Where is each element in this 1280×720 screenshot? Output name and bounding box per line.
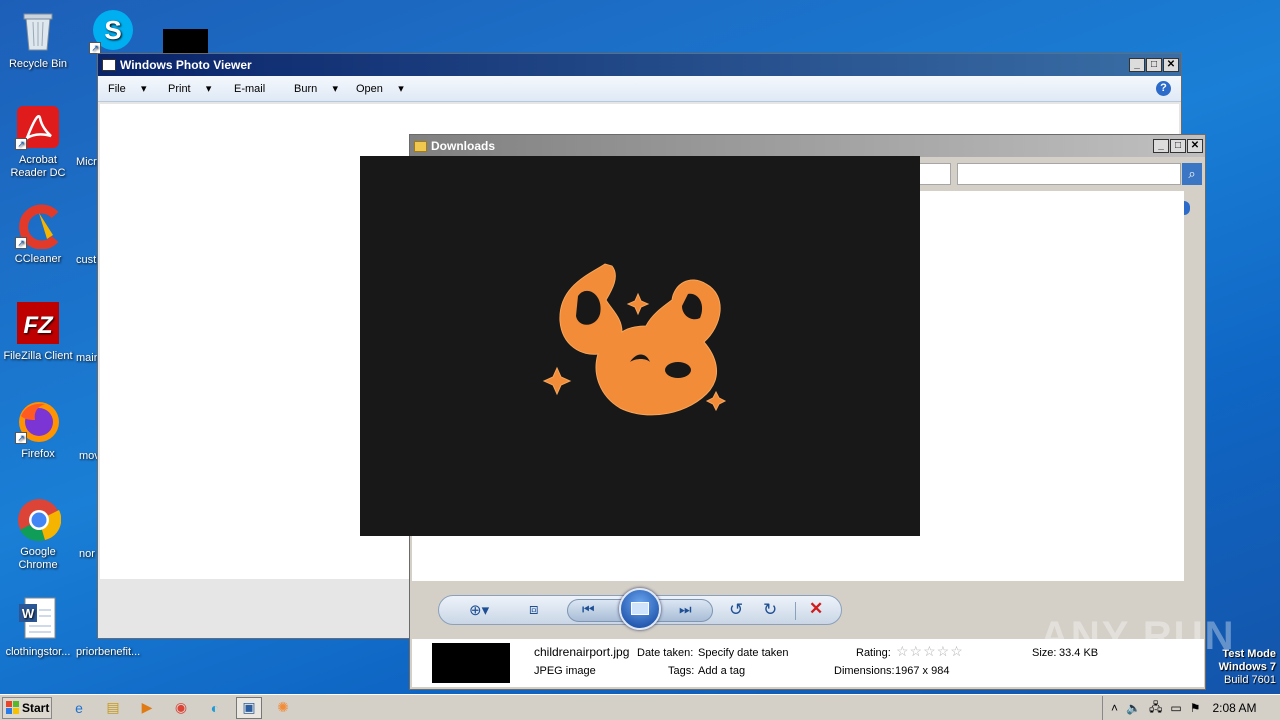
menu-file[interactable]: File ▾: [108, 82, 168, 95]
actual-size-icon[interactable]: ⧈: [529, 601, 539, 618]
menu-burn[interactable]: Burn ▾: [294, 82, 356, 95]
dimensions-value: 1967 x 984: [895, 665, 950, 677]
downloads-titlebar[interactable]: Downloads _ □ ✕: [410, 135, 1205, 157]
help-icon[interactable]: [1184, 201, 1190, 215]
taskbar-ie-icon[interactable]: e: [66, 697, 92, 719]
rating-stars[interactable]: ☆☆☆☆☆: [896, 643, 964, 660]
photo-viewer-title: Windows Photo Viewer: [120, 58, 252, 72]
desktop-icon-skype[interactable]: S ↗: [74, 8, 150, 58]
zoom-icon[interactable]: ⊕▾: [469, 601, 489, 619]
desktop-icon-partial-nor[interactable]: nor: [79, 548, 95, 560]
dimensions-label: Dimensions:: [834, 665, 895, 677]
rotate-clockwise-icon[interactable]: ↻: [763, 600, 777, 620]
displayed-image: [360, 156, 920, 536]
file-name: childrenairport.jpg: [534, 645, 630, 659]
file-type: JPEG image: [534, 665, 596, 677]
network-icon[interactable]: 🖧: [1149, 698, 1162, 719]
separator: [795, 602, 796, 620]
help-icon[interactable]: ?: [1156, 81, 1171, 96]
taskbar-edge-icon[interactable]: ◐: [202, 697, 228, 719]
maximize-button[interactable]: □: [1146, 58, 1162, 72]
slideshow-icon: [631, 602, 649, 615]
maximize-button[interactable]: □: [1170, 139, 1186, 153]
file-thumbnail: [432, 643, 510, 683]
desktop-icon-partial-micr[interactable]: Micr: [76, 156, 97, 168]
address-bar[interactable]: [915, 163, 951, 185]
photo-viewer-menubar: File ▾ Print ▾ E-mail Burn ▾ Open ▾ ?: [98, 76, 1181, 102]
clock[interactable]: 2:08 AM: [1212, 701, 1256, 715]
svg-text:S: S: [104, 15, 121, 45]
shortcut-arrow-icon: ↗: [15, 237, 27, 249]
minimize-button[interactable]: _: [1153, 139, 1169, 153]
close-button[interactable]: ✕: [1187, 139, 1203, 153]
desktop-icon-filezilla[interactable]: FZ FileZilla Client: [0, 300, 76, 363]
taskbar-app-icon[interactable]: ✺: [270, 697, 296, 719]
taskbar: Start e ▤ ▶ ◉ ◐ ▣ ✺ ˄ 🔈 🖧 ▭ ⚑ 2:08 AM: [0, 694, 1280, 720]
volume-icon[interactable]: 🔈: [1126, 701, 1141, 715]
delete-icon[interactable]: ✕: [809, 599, 823, 619]
windows-logo-icon: [6, 701, 19, 714]
folder-icon: [414, 140, 427, 152]
photo-viewer-app-icon: [102, 59, 116, 71]
desktop-icon-word-doc[interactable]: W clothingstor...: [0, 596, 76, 659]
close-button[interactable]: ✕: [1163, 58, 1179, 72]
desktop-icon-recycle-bin[interactable]: Recycle Bin: [0, 8, 76, 71]
photo-viewer-titlebar[interactable]: Windows Photo Viewer _ □ ✕: [98, 54, 1181, 76]
taskbar-explorer-icon[interactable]: ▤: [100, 697, 126, 719]
mascot-logo: [542, 263, 727, 416]
word-document-icon: W: [15, 596, 61, 642]
search-input[interactable]: [957, 163, 1181, 185]
shortcut-arrow-icon: ↗: [15, 138, 27, 150]
menu-print[interactable]: Print ▾: [168, 82, 234, 95]
firefox-icon: ↗: [15, 398, 61, 444]
recycle-bin-icon: [15, 8, 61, 54]
menu-email[interactable]: E-mail: [234, 83, 294, 95]
action-center-flag-icon[interactable]: ⚑: [1190, 701, 1201, 715]
desktop-icon-chrome[interactable]: Google Chrome: [0, 496, 76, 572]
next-icon[interactable]: ⏭: [679, 601, 692, 618]
svg-text:W: W: [22, 606, 35, 621]
acrobat-icon: ↗: [15, 104, 61, 150]
rating-label: Rating:: [856, 647, 891, 659]
svg-text:FZ: FZ: [23, 312, 54, 339]
slideshow-button[interactable]: [619, 588, 661, 630]
menu-open[interactable]: Open ▾: [356, 82, 416, 95]
date-taken-value[interactable]: Specify date taken: [698, 647, 789, 659]
date-taken-label: Date taken:: [637, 647, 694, 659]
black-desktop-icon[interactable]: [163, 29, 208, 53]
minimize-button[interactable]: _: [1129, 58, 1145, 72]
tags-label: Tags:: [668, 665, 695, 677]
rotate-counterclockwise-icon[interactable]: ↺: [729, 600, 743, 620]
downloads-title: Downloads: [431, 139, 496, 153]
start-button[interactable]: Start: [2, 696, 52, 719]
taskbar-chrome-icon[interactable]: ◉: [168, 697, 194, 719]
search-icon[interactable]: ⌕: [1182, 163, 1202, 185]
tags-value[interactable]: Add a tag: [698, 665, 745, 677]
skype-icon: S ↗: [89, 8, 135, 54]
photo-viewer-controls: ⊕▾ ⧈ ⏮ ⏭ ↺ ↻ ✕: [438, 588, 842, 630]
desktop-icon-priorbenefit[interactable]: priorbenefit...: [76, 646, 140, 658]
desktop-icon-firefox[interactable]: ↗ Firefox: [0, 398, 76, 461]
previous-icon[interactable]: ⏮: [582, 601, 595, 618]
tray-expand-icon[interactable]: ˄: [1111, 701, 1118, 715]
taskbar-photo-viewer-icon[interactable]: ▣: [236, 696, 262, 719]
desktop-icon-ccleaner[interactable]: ↗ CCleaner: [0, 203, 76, 266]
taskbar-media-player-icon[interactable]: ▶: [134, 697, 160, 719]
desktop-icon-acrobat[interactable]: ↗ Acrobat Reader DC: [0, 104, 76, 180]
chrome-icon: [15, 496, 62, 542]
ccleaner-icon: ↗: [15, 203, 61, 250]
display-icon[interactable]: ▭: [1170, 701, 1181, 715]
test-mode-text: Test Mode Windows 7 Build 7601: [1218, 648, 1276, 686]
desktop-icon-partial-cust[interactable]: cust: [76, 254, 96, 266]
shortcut-arrow-icon: ↗: [15, 432, 27, 444]
system-tray: ˄ 🔈 🖧 ▭ ⚑ 2:08 AM: [1102, 696, 1280, 720]
filezilla-icon: FZ: [15, 300, 61, 346]
